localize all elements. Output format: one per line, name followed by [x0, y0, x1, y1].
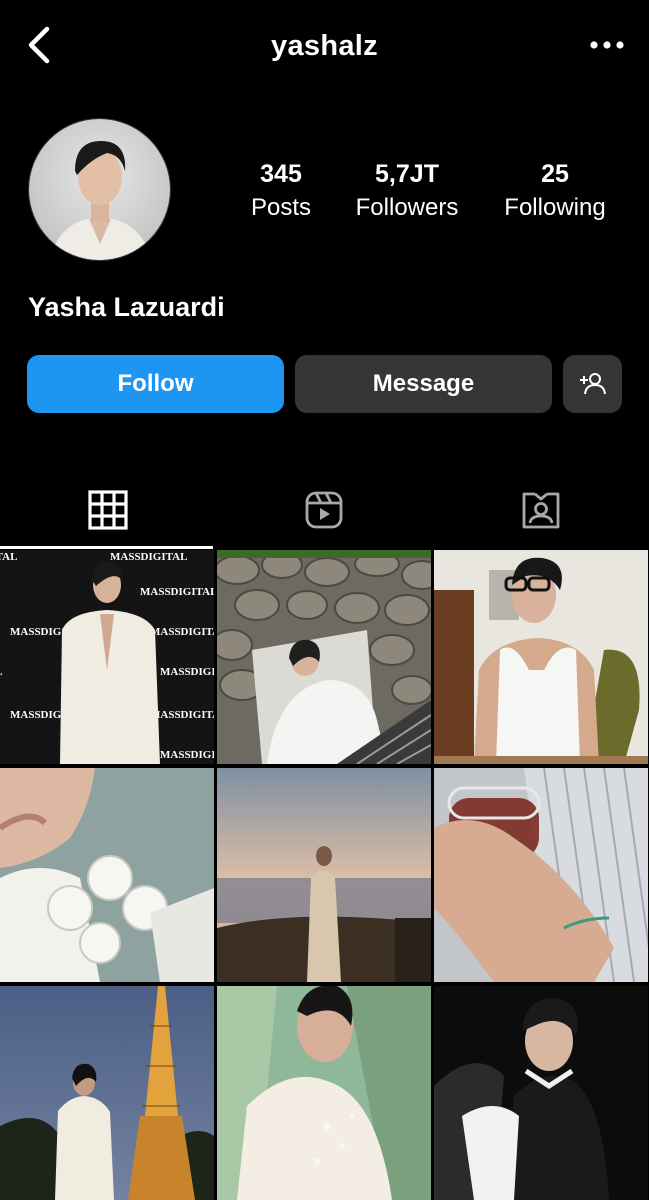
- grid-icon: [88, 490, 128, 530]
- post-thumbnail[interactable]: [434, 986, 648, 1200]
- svg-text:MASSDIGITAL: MASSDIGITAL: [150, 709, 214, 721]
- more-options-button[interactable]: [587, 30, 627, 60]
- followers-label: Followers: [355, 194, 459, 221]
- active-tab-indicator: [0, 546, 213, 549]
- following-stat[interactable]: 25 Following: [485, 156, 625, 224]
- svg-text:MASSDIGITAL: MASSDIGITAL: [160, 666, 214, 678]
- svg-text:MASSDIGITAL: MASSDIGITAL: [150, 626, 214, 638]
- posts-grid: MASSDIGITAL MASSDIGITAL MASSDIGITAL MASS…: [0, 550, 649, 1200]
- top-bar: yashalz: [0, 0, 649, 95]
- post-thumbnail[interactable]: [434, 768, 648, 982]
- add-person-icon: [579, 373, 606, 395]
- post-thumbnail[interactable]: [217, 768, 431, 982]
- post-thumbnail[interactable]: [434, 550, 648, 764]
- post-thumbnail[interactable]: [0, 768, 214, 982]
- profile-tabs: [0, 470, 649, 550]
- tagged-icon: [522, 492, 560, 529]
- more-horizontal-icon: [590, 41, 624, 49]
- followers-count: 5,7JT: [375, 160, 439, 188]
- svg-text:MASSDIGITAL: MASSDIGITAL: [160, 749, 214, 761]
- message-button[interactable]: Message: [295, 355, 552, 413]
- posts-stat[interactable]: 345 Posts: [230, 156, 332, 224]
- tab-reels[interactable]: [216, 470, 432, 550]
- follow-button[interactable]: Follow: [27, 355, 284, 413]
- following-count: 25: [541, 160, 569, 188]
- post-thumbnail[interactable]: [217, 986, 431, 1200]
- posts-label: Posts: [250, 194, 312, 221]
- svg-text:MASSDIGITAL: MASSDIGITAL: [0, 551, 17, 563]
- svg-text:MASSDIGITAL: MASSDIGITAL: [0, 666, 2, 678]
- svg-text:MASSDIGITAL: MASSDIGITAL: [110, 551, 187, 563]
- post-thumbnail[interactable]: MASSDIGITAL MASSDIGITAL MASSDIGITAL MASS…: [0, 550, 214, 764]
- profile-stats: 345 Posts 5,7JT Followers 25 Following: [220, 156, 630, 226]
- followers-stat[interactable]: 5,7JT Followers: [347, 156, 467, 224]
- svg-text:MASSDIGITAL: MASSDIGITAL: [140, 586, 214, 598]
- chevron-left-icon: [28, 26, 50, 64]
- tab-tagged[interactable]: [433, 470, 649, 550]
- back-button[interactable]: [22, 25, 54, 65]
- tab-posts-grid[interactable]: [0, 470, 216, 550]
- reels-icon: [305, 491, 343, 529]
- suggested-users-button[interactable]: [563, 355, 622, 413]
- post-thumbnail[interactable]: [217, 550, 431, 764]
- profile-full-name: Yasha Lazuardi: [28, 292, 225, 322]
- profile-avatar[interactable]: [28, 118, 171, 261]
- posts-count: 345: [260, 160, 302, 188]
- profile-username: yashalz: [271, 30, 378, 62]
- post-thumbnail[interactable]: [0, 986, 214, 1200]
- following-label: Following: [504, 194, 606, 221]
